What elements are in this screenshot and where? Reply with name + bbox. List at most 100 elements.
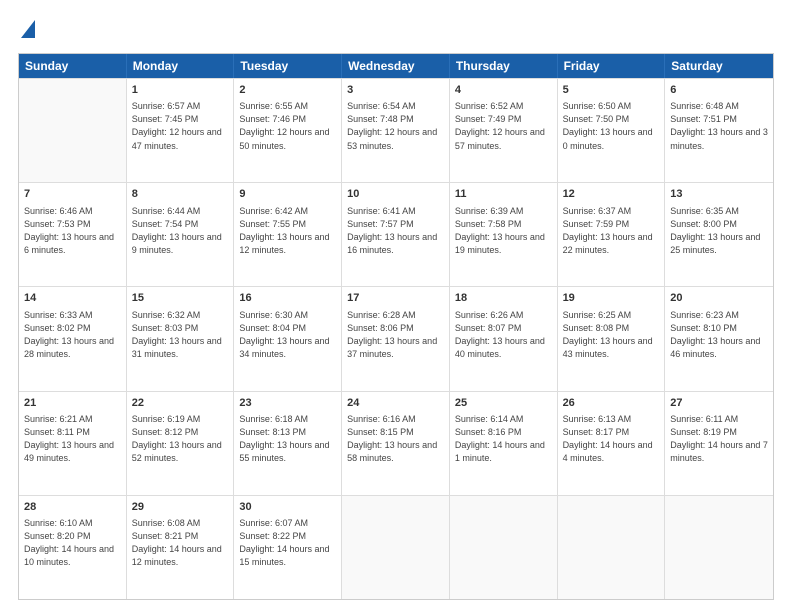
weekday-header-sunday: Sunday [19, 54, 127, 78]
day-number: 16 [239, 291, 336, 306]
day-number: 28 [24, 500, 121, 515]
day-number: 7 [24, 187, 121, 202]
day-info: Sunrise: 6:14 AMSunset: 8:16 PMDaylight:… [455, 413, 552, 465]
day-number: 30 [239, 500, 336, 515]
day-cell-29: 29 Sunrise: 6:08 AMSunset: 8:21 PMDayligh… [127, 496, 235, 599]
day-number: 19 [563, 291, 660, 306]
empty-cell [665, 496, 773, 599]
day-info: Sunrise: 6:26 AMSunset: 8:07 PMDaylight:… [455, 309, 552, 361]
day-cell-26: 26Sunrise: 6:13 AMSunset: 8:17 PMDayligh… [558, 392, 666, 495]
weekday-header-monday: Monday [127, 54, 235, 78]
day-info: Sunrise: 6:23 AMSunset: 8:10 PMDaylight:… [670, 309, 768, 361]
day-info: Sunrise: 6:57 AMSunset: 7:45 PMDaylight:… [132, 100, 229, 152]
day-cell-1: 1 Sunrise: 6:57 AMSunset: 7:45 PMDaylight… [127, 79, 235, 182]
empty-cell [342, 496, 450, 599]
day-cell-27: 27 Sunrise: 6:11 AMSunset: 8:19 PMDayligh… [665, 392, 773, 495]
day-info: Sunrise: 6:08 AMSunset: 8:21 PMDaylight:… [132, 517, 229, 569]
day-info: Sunrise: 6:13 AMSunset: 8:17 PMDaylight:… [563, 413, 660, 465]
weekday-header-wednesday: Wednesday [342, 54, 450, 78]
day-cell-30: 30 Sunrise: 6:07 AMSunset: 8:22 PMDayligh… [234, 496, 342, 599]
empty-cell [19, 79, 127, 182]
calendar-row-4: 21 Sunrise: 6:21 AMSunset: 8:11 PMDayligh… [19, 391, 773, 495]
day-cell-11: 11 Sunrise: 6:39 AMSunset: 7:58 PMDayligh… [450, 183, 558, 286]
day-cell-15: 15 Sunrise: 6:32 AMSunset: 8:03 PMDayligh… [127, 287, 235, 390]
day-info: Sunrise: 6:42 AMSunset: 7:55 PMDaylight:… [239, 205, 336, 257]
day-info: Sunrise: 6:32 AMSunset: 8:03 PMDaylight:… [132, 309, 229, 361]
day-cell-14: 14 Sunrise: 6:33 AMSunset: 8:02 PMDayligh… [19, 287, 127, 390]
day-cell-4: 4 Sunrise: 6:52 AMSunset: 7:49 PMDaylight… [450, 79, 558, 182]
day-info: Sunrise: 6:55 AMSunset: 7:46 PMDaylight:… [239, 100, 336, 152]
day-cell-3: 3 Sunrise: 6:54 AMSunset: 7:48 PMDaylight… [342, 79, 450, 182]
day-number: 1 [132, 83, 229, 98]
weekday-header-thursday: Thursday [450, 54, 558, 78]
weekday-header-friday: Friday [558, 54, 666, 78]
day-cell-21: 21 Sunrise: 6:21 AMSunset: 8:11 PMDayligh… [19, 392, 127, 495]
day-info: Sunrise: 6:25 AMSunset: 8:08 PMDaylight:… [563, 309, 660, 361]
weekday-header-tuesday: Tuesday [234, 54, 342, 78]
day-cell-18: 18 Sunrise: 6:26 AMSunset: 8:07 PMDayligh… [450, 287, 558, 390]
day-info: Sunrise: 6:28 AMSunset: 8:06 PMDaylight:… [347, 309, 444, 361]
day-info: Sunrise: 6:41 AMSunset: 7:57 PMDaylight:… [347, 205, 444, 257]
day-number: 29 [132, 500, 229, 515]
day-info: Sunrise: 6:18 AMSunset: 8:13 PMDaylight:… [239, 413, 336, 465]
day-info: Sunrise: 6:39 AMSunset: 7:58 PMDaylight:… [455, 205, 552, 257]
day-number: 22 [132, 396, 229, 411]
day-info: Sunrise: 6:44 AMSunset: 7:54 PMDaylight:… [132, 205, 229, 257]
day-number: 27 [670, 396, 768, 411]
day-number: 20 [670, 291, 768, 306]
day-info: Sunrise: 6:10 AMSunset: 8:20 PMDaylight:… [24, 517, 121, 569]
day-number: 21 [24, 396, 121, 411]
day-cell-24: 24Sunrise: 6:16 AMSunset: 8:15 PMDayligh… [342, 392, 450, 495]
day-cell-25: 25Sunrise: 6:14 AMSunset: 8:16 PMDayligh… [450, 392, 558, 495]
day-info: Sunrise: 6:07 AMSunset: 8:22 PMDaylight:… [239, 517, 336, 569]
day-number: 18 [455, 291, 552, 306]
logo-icon [21, 20, 35, 38]
empty-cell [558, 496, 666, 599]
day-number: 23 [239, 396, 336, 411]
day-cell-19: 19 Sunrise: 6:25 AMSunset: 8:08 PMDayligh… [558, 287, 666, 390]
calendar-body: 1 Sunrise: 6:57 AMSunset: 7:45 PMDaylight… [19, 78, 773, 599]
calendar-row-3: 14 Sunrise: 6:33 AMSunset: 8:02 PMDayligh… [19, 286, 773, 390]
day-info: Sunrise: 6:11 AMSunset: 8:19 PMDaylight:… [670, 413, 768, 465]
day-number: 4 [455, 83, 552, 98]
calendar-header: SundayMondayTuesdayWednesdayThursdayFrid… [19, 54, 773, 78]
day-cell-17: 17 Sunrise: 6:28 AMSunset: 8:06 PMDayligh… [342, 287, 450, 390]
day-info: Sunrise: 6:37 AMSunset: 7:59 PMDaylight:… [563, 205, 660, 257]
day-info: Sunrise: 6:21 AMSunset: 8:11 PMDaylight:… [24, 413, 121, 465]
day-number: 3 [347, 83, 444, 98]
day-number: 5 [563, 83, 660, 98]
calendar-row-5: 28 Sunrise: 6:10 AMSunset: 8:20 PMDayligh… [19, 495, 773, 599]
day-number: 9 [239, 187, 336, 202]
day-cell-12: 12 Sunrise: 6:37 AMSunset: 7:59 PMDayligh… [558, 183, 666, 286]
page: SundayMondayTuesdayWednesdayThursdayFrid… [0, 0, 792, 612]
day-cell-5: 5 Sunrise: 6:50 AMSunset: 7:50 PMDaylight… [558, 79, 666, 182]
day-cell-9: 9 Sunrise: 6:42 AMSunset: 7:55 PMDaylight… [234, 183, 342, 286]
day-number: 11 [455, 187, 552, 202]
day-info: Sunrise: 6:54 AMSunset: 7:48 PMDaylight:… [347, 100, 444, 152]
day-number: 14 [24, 291, 121, 306]
day-cell-8: 8Sunrise: 6:44 AMSunset: 7:54 PMDaylight… [127, 183, 235, 286]
day-number: 2 [239, 83, 336, 98]
day-number: 6 [670, 83, 768, 98]
day-number: 10 [347, 187, 444, 202]
day-cell-7: 7Sunrise: 6:46 AMSunset: 7:53 PMDaylight… [19, 183, 127, 286]
day-cell-20: 20 Sunrise: 6:23 AMSunset: 8:10 PMDayligh… [665, 287, 773, 390]
day-info: Sunrise: 6:48 AMSunset: 7:51 PMDaylight:… [670, 100, 768, 152]
logo [18, 18, 35, 43]
day-info: Sunrise: 6:33 AMSunset: 8:02 PMDaylight:… [24, 309, 121, 361]
day-cell-6: 6 Sunrise: 6:48 AMSunset: 7:51 PMDaylight… [665, 79, 773, 182]
day-number: 15 [132, 291, 229, 306]
day-number: 13 [670, 187, 768, 202]
day-info: Sunrise: 6:35 AMSunset: 8:00 PMDaylight:… [670, 205, 768, 257]
calendar-row-2: 7Sunrise: 6:46 AMSunset: 7:53 PMDaylight… [19, 182, 773, 286]
calendar-row-1: 1 Sunrise: 6:57 AMSunset: 7:45 PMDaylight… [19, 78, 773, 182]
day-info: Sunrise: 6:52 AMSunset: 7:49 PMDaylight:… [455, 100, 552, 152]
day-number: 12 [563, 187, 660, 202]
day-cell-28: 28 Sunrise: 6:10 AMSunset: 8:20 PMDayligh… [19, 496, 127, 599]
day-cell-2: 2 Sunrise: 6:55 AMSunset: 7:46 PMDaylight… [234, 79, 342, 182]
day-info: Sunrise: 6:50 AMSunset: 7:50 PMDaylight:… [563, 100, 660, 152]
day-info: Sunrise: 6:16 AMSunset: 8:15 PMDaylight:… [347, 413, 444, 465]
day-info: Sunrise: 6:30 AMSunset: 8:04 PMDaylight:… [239, 309, 336, 361]
day-cell-16: 16 Sunrise: 6:30 AMSunset: 8:04 PMDayligh… [234, 287, 342, 390]
day-number: 17 [347, 291, 444, 306]
